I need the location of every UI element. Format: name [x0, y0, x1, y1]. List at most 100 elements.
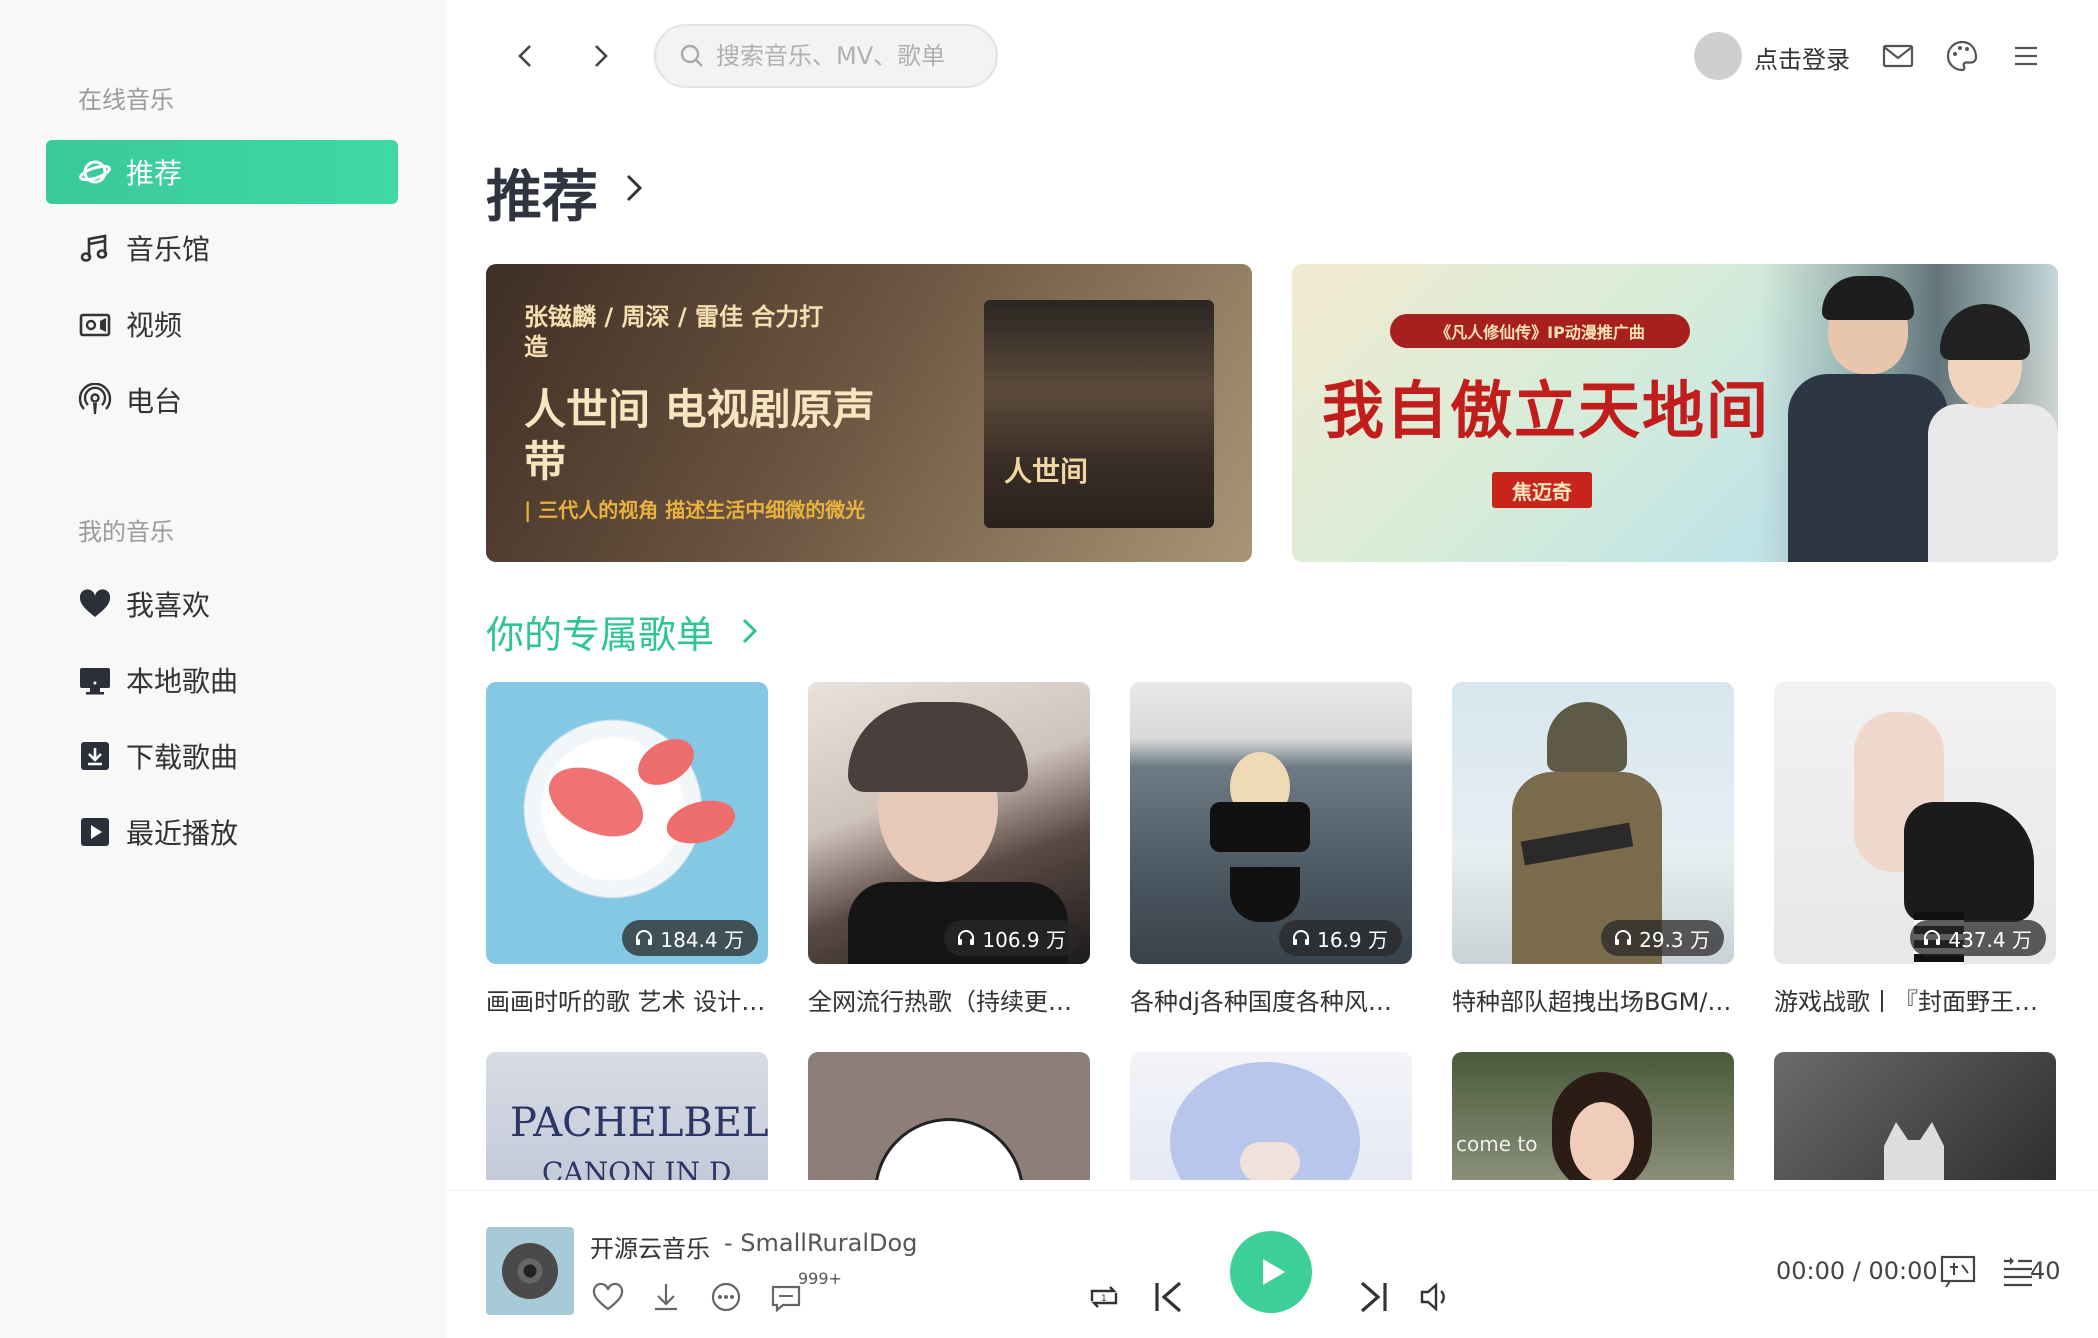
back-button[interactable] [506, 36, 546, 76]
radio-podcast-icon [78, 383, 112, 417]
chevron-right-icon [595, 45, 608, 67]
mail-icon [1882, 44, 1914, 68]
sidebar-item-recent[interactable]: 最近播放 [46, 800, 398, 864]
playlist-cover [1130, 1052, 1412, 1180]
play-box-icon [78, 815, 112, 849]
sidebar-item-music-hall[interactable]: 音乐馆 [46, 216, 398, 280]
playlist-cover: 437.4 万 [1774, 682, 2056, 964]
playlist-card[interactable]: 29.3 万 特种部队超拽出场BGM/… [1452, 682, 1734, 1017]
playlist-title[interactable]: 全网流行热歌（持续更… [808, 982, 1090, 1017]
playlist-title[interactable]: 画画时听的歌 艺术 设计… [486, 982, 768, 1017]
play-mode-button[interactable]: 1 [1082, 1275, 1126, 1319]
lyrics-button[interactable] [1936, 1249, 1980, 1293]
now-playing-artist[interactable]: - SmallRuralDog [724, 1229, 917, 1257]
playlist-card[interactable]: PACHELBEL CANON IN D [486, 1052, 768, 1180]
more-dots-icon [711, 1282, 741, 1312]
playlist-cover [808, 1052, 1090, 1180]
now-playing-title[interactable]: 开源云音乐 [590, 1229, 710, 1264]
sidebar: 在线音乐 推荐 音乐馆 视频 电台 我的音乐 我喜欢 本地歌曲 下载歌曲 最近播… [0, 0, 446, 1338]
playlist-cover: PACHELBEL CANON IN D [486, 1052, 768, 1180]
more-button[interactable] [708, 1279, 744, 1315]
app-window: 在线音乐 推荐 音乐馆 视频 电台 我的音乐 我喜欢 本地歌曲 下载歌曲 最近播… [0, 0, 2098, 1338]
download-button[interactable] [648, 1279, 684, 1315]
playlist-card[interactable]: 437.4 万 游戏战歌丨『封面野王… [1774, 682, 2056, 1017]
sidebar-item-label: 最近播放 [126, 817, 239, 850]
play-count-badge: 16.9 万 [1279, 920, 1402, 956]
avatar[interactable] [1694, 32, 1742, 80]
sidebar-item-downloads[interactable]: 下载歌曲 [46, 724, 398, 788]
menu-button[interactable] [2008, 38, 2044, 74]
banner-main-text: 我自傲立天地间 [1322, 374, 1771, 447]
playlist-card[interactable] [1130, 1052, 1412, 1180]
sidebar-item-label: 本地歌曲 [126, 665, 239, 698]
planet-icon [78, 155, 112, 189]
banner-photo: 人世间 [984, 300, 1214, 528]
search-box[interactable] [654, 24, 998, 88]
banner-photo-text: 人世间 [1004, 455, 1089, 488]
sidebar-item-label: 我喜欢 [126, 589, 211, 622]
heart-outline-icon [592, 1282, 624, 1311]
cover-text: come to [1456, 1132, 1538, 1156]
music-note-icon [78, 231, 112, 265]
section-title-playlists[interactable]: 你的专属歌单 [486, 604, 714, 659]
disc-icon [502, 1243, 558, 1299]
heart-icon [78, 587, 112, 621]
palette-icon [1946, 40, 1978, 72]
search-icon [680, 44, 703, 67]
comment-count-badge: 999+ [798, 1269, 842, 1288]
banner-subtitle: 张镃麟 / 周深 / 雷佳 合力打造 [524, 303, 824, 361]
banner-renshijian[interactable]: 张镃麟 / 周深 / 雷佳 合力打造 人世间 电视剧原声带 | 三代人的视角 描… [486, 264, 1252, 562]
cover-text: PACHELBEL [510, 1100, 768, 1146]
playlist-card[interactable] [1774, 1052, 2056, 1180]
video-camera-icon [78, 307, 112, 341]
skip-next-icon [1360, 1281, 1387, 1313]
lyrics-icon [1940, 1255, 1976, 1288]
next-button[interactable] [1352, 1275, 1396, 1319]
sidebar-item-video[interactable]: 视频 [46, 292, 398, 356]
now-playing-cover[interactable] [486, 1227, 574, 1315]
download-box-icon [78, 739, 112, 773]
sidebar-item-recommend[interactable]: 推荐 [46, 140, 398, 204]
chevron-left-icon [518, 45, 531, 67]
sidebar-item-local-songs[interactable]: 本地歌曲 [46, 648, 398, 712]
playlist-card[interactable]: 184.4 万 画画时听的歌 艺术 设计… [486, 682, 768, 1017]
sidebar-item-label: 下载歌曲 [126, 741, 239, 774]
player-bar: 开源云音乐 - SmallRuralDog 999+ 1 00:00 / 00:… [446, 1190, 2098, 1338]
play-button[interactable] [1230, 1231, 1312, 1313]
playlist-card[interactable]: come to [1452, 1052, 1734, 1180]
login-link[interactable]: 点击登录 [1754, 40, 1850, 75]
computer-icon [78, 663, 112, 697]
chevron-right-icon[interactable] [738, 614, 762, 648]
like-button[interactable] [590, 1279, 626, 1315]
forward-button[interactable] [580, 36, 620, 76]
playback-time: 00:00 / 00:00 [1776, 1257, 1938, 1285]
cover-text: CANON IN D [542, 1156, 732, 1180]
playlist-title[interactable]: 游戏战歌丨『封面野王… [1774, 982, 2056, 1017]
playlist-card[interactable] [808, 1052, 1090, 1180]
playlist-cover: 29.3 万 [1452, 682, 1734, 964]
play-icon [1263, 1259, 1285, 1285]
sidebar-section-mine: 我的音乐 [78, 518, 174, 546]
sidebar-item-radio[interactable]: 电台 [46, 368, 398, 432]
previous-button[interactable] [1146, 1275, 1190, 1319]
play-count-badge: 437.4 万 [1910, 920, 2046, 956]
headphones-icon [636, 930, 653, 945]
theme-button[interactable] [1944, 38, 1980, 74]
sidebar-item-favorites[interactable]: 我喜欢 [46, 572, 398, 636]
search-input[interactable] [716, 42, 986, 70]
playlist-card[interactable]: 16.9 万 各种dj各种国度各种风… [1130, 682, 1412, 1017]
volume-button[interactable] [1414, 1275, 1458, 1319]
mail-button[interactable] [1880, 38, 1916, 74]
play-count-badge: 184.4 万 [622, 920, 758, 956]
playlist-title[interactable]: 特种部队超拽出场BGM/… [1452, 982, 1734, 1017]
banner-fanren[interactable]: 《凡人修仙传》IP动漫推广曲 我自傲立天地间 焦迈奇 [1292, 264, 2058, 562]
banner-people-image [1758, 264, 2058, 562]
playlist-title[interactable]: 各种dj各种国度各种风… [1130, 982, 1412, 1017]
sidebar-item-label: 音乐馆 [126, 233, 211, 266]
chevron-right-icon[interactable] [620, 168, 650, 208]
sidebar-item-label: 推荐 [126, 157, 183, 190]
playlist-cover: 16.9 万 [1130, 682, 1412, 964]
playlist-card[interactable]: 106.9 万 全网流行热歌（持续更… [808, 682, 1090, 1017]
headphones-icon [1293, 930, 1310, 945]
play-count-badge: 106.9 万 [944, 920, 1080, 956]
